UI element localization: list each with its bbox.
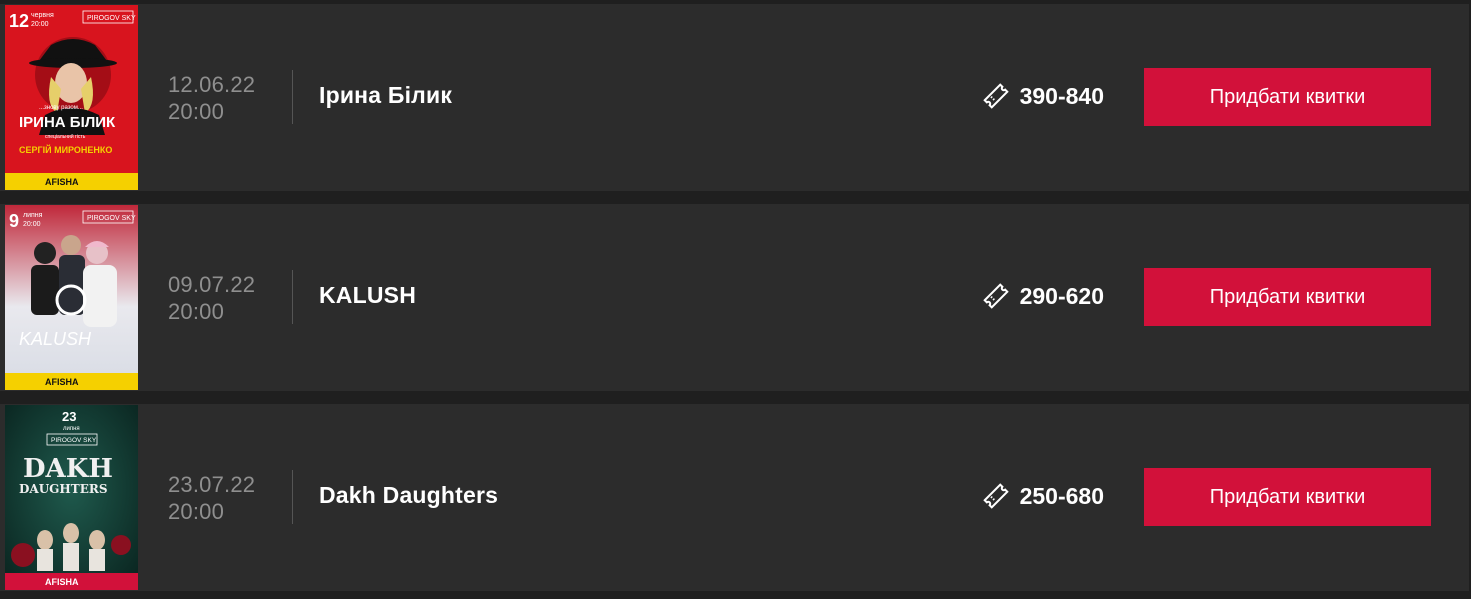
ticket-icon [982,283,1009,309]
buy-tickets-button[interactable]: Придбати квитки [1144,468,1431,526]
poster-image: 12 червня 20:00 PIROGOV SKY ...знову раз… [5,5,138,190]
poster-footer: AFISHA [45,377,79,387]
ticket-icon [982,483,1009,509]
poster-month: липня [63,426,80,432]
poster-headliner: KALUSH [19,329,92,349]
poster-day: 23 [62,409,76,424]
event-price: 250-680 [982,482,1104,510]
poster-month: липня [23,212,43,219]
buy-tickets-button[interactable]: Придбати квитки [1144,68,1431,126]
poster-tagline: ...знову разом... [39,105,83,111]
poster-image: 23 липня PIROGOV SKY DAKH DAUGHTERS AFIS… [5,405,138,590]
event-date-time: 20:00 [168,499,225,524]
poster-image: KALUSH 9 липня 20:00 PIROGOV SKY AFISHA [5,205,138,390]
event-list: 12 червня 20:00 PIROGOV SKY ...знову раз… [0,0,1471,599]
event-title[interactable]: Ірина Білик [319,82,452,109]
event-title[interactable]: KALUSH [319,282,416,309]
event-date-day: 09.07.22 [168,272,256,297]
event-date: 09.07.22 20:00 [168,271,255,325]
event-date-day: 23.07.22 [168,472,256,497]
event-date: 12.06.22 20:00 [168,71,255,125]
event-price: 290-620 [982,282,1104,310]
event-row: KALUSH 9 липня 20:00 PIROGOV SKY AFISHA … [0,204,1469,391]
event-poster[interactable]: 12 червня 20:00 PIROGOV SKY ...знову раз… [5,5,138,190]
poster-venue: PIROGOV SKY [87,15,136,22]
poster-month: червня [31,12,54,19]
event-price: 390-840 [982,82,1104,110]
poster-time: 20:00 [31,21,49,28]
poster-footer: AFISHA [45,577,79,587]
poster-day: 9 [9,211,19,231]
event-row: 12 червня 20:00 PIROGOV SKY ...знову раз… [0,4,1469,191]
poster-day: 12 [9,11,29,31]
poster-guest-label: спеціальний гість [45,133,86,140]
event-poster[interactable]: KALUSH 9 липня 20:00 PIROGOV SKY AFISHA [5,205,138,390]
event-title[interactable]: Dakh Daughters [319,482,498,509]
poster-footer: AFISHA [45,177,79,187]
poster-headliner: ІРИНА БІЛИК [19,114,116,131]
ticket-icon [982,83,1009,109]
event-price-value: 290-620 [1019,282,1104,309]
event-date: 23.07.22 20:00 [168,471,255,525]
event-row: 23 липня PIROGOV SKY DAKH DAUGHTERS AFIS… [0,404,1469,591]
divider [292,270,293,324]
poster-venue: PIROGOV SKY [87,215,136,222]
event-date-time: 20:00 [168,299,225,324]
event-price-value: 250-680 [1019,482,1104,509]
divider [292,470,293,524]
event-price-value: 390-840 [1019,82,1104,109]
poster-time: 20:00 [23,221,41,228]
poster-guest: СЕРГІЙ МИРОНЕНКО [19,144,112,155]
event-date-day: 12.06.22 [168,72,256,97]
divider [292,70,293,124]
event-poster[interactable]: 23 липня PIROGOV SKY DAKH DAUGHTERS AFIS… [5,405,138,590]
event-date-time: 20:00 [168,99,225,124]
poster-headliner-2: DAUGHTERS [19,482,107,496]
buy-tickets-button[interactable]: Придбати квитки [1144,268,1431,326]
poster-venue: PIROGOV SKY [51,437,97,444]
poster-headliner: DAKH [23,454,113,484]
